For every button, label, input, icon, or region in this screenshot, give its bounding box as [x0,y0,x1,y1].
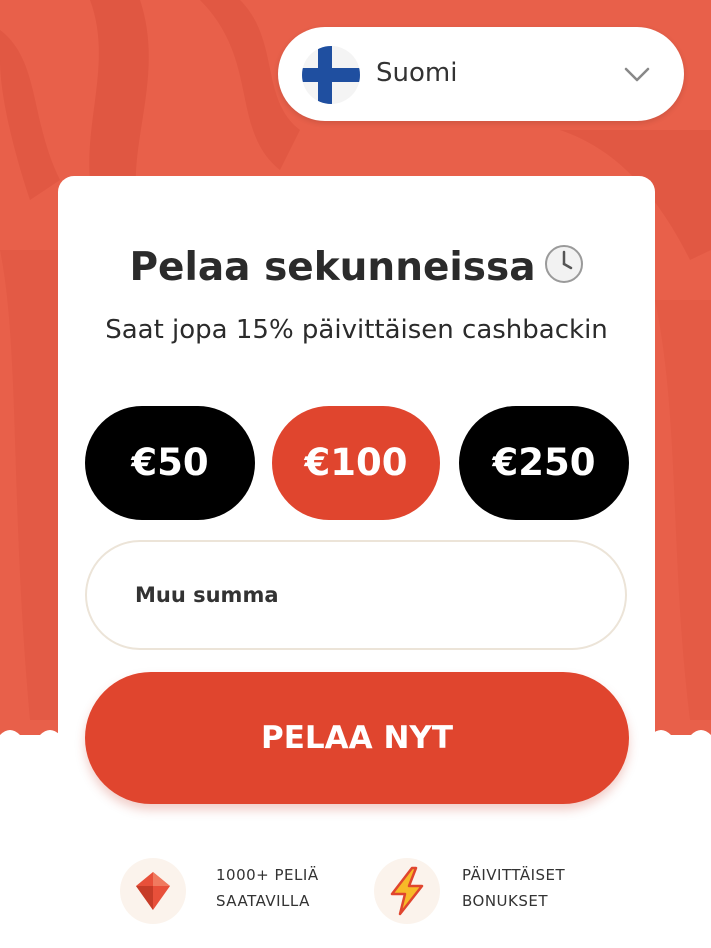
feature-bonuses-line1: PÄIVITTÄISET [462,866,566,884]
language-label: Suomi [376,58,458,88]
amount-250-button[interactable]: €250 [459,406,629,520]
card-title: Pelaa sekunneissa [58,242,655,294]
feature-games-line2: SAATAVILLA [216,892,310,910]
amount-50-button[interactable]: €50 [85,406,255,520]
feature-bonuses-text: PÄIVITTÄISET BONUKSET [462,862,565,914]
amount-100-button[interactable]: €100 [272,406,440,520]
feature-games-line1: 1000+ PELIÄ [216,866,319,884]
deposit-card: Pelaa sekunneissa Saat jopa 15% päivittä… [58,176,655,948]
feature-bonuses-line2: BONUKSET [462,892,549,910]
card-subtitle: Saat jopa 15% päivittäisen cashbackin [105,315,608,345]
language-selector[interactable]: Suomi [278,27,684,121]
clock-icon [544,245,583,283]
other-amount-input[interactable] [85,540,627,650]
chevron-down-icon [624,67,650,82]
feature-games: 1000+ PELIÄ SAATAVILLA [120,856,370,926]
feature-games-text: 1000+ PELIÄ SAATAVILLA [216,862,319,914]
page: Suomi Pelaa sekunneissa Saat jopa 15% pä… [0,0,711,948]
play-now-button[interactable]: PELAA NYT [85,672,629,804]
lightning-icon [374,858,440,924]
card-title-text: Pelaa sekunneissa [129,245,536,290]
feature-bonuses: PÄIVITTÄISET BONUKSET [374,856,624,926]
gem-icon [120,858,186,924]
finland-flag-icon [302,46,360,104]
